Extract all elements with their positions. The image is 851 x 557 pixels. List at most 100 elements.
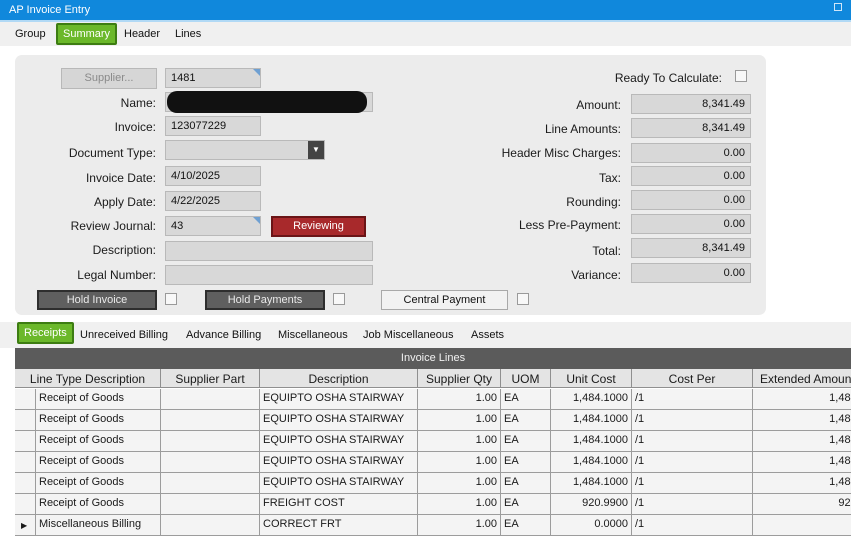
col-supplier-qty[interactable]: Supplier Qty <box>418 369 501 388</box>
cell-unit-cost[interactable]: 1,484.1000 <box>551 410 632 431</box>
table-row[interactable]: Receipt of Goods EQUIPTO OSHA STAIRWAY 1.0… <box>15 431 851 452</box>
amount-field[interactable]: 8,341.49 <box>631 94 751 114</box>
cell-supplier-part[interactable] <box>161 431 260 452</box>
invoice-date-field[interactable]: 4/10/2025 <box>165 166 261 186</box>
table-row[interactable]: ▶ Miscellaneous Billing CORRECT FRT 1.00 EA 0… <box>15 515 851 536</box>
cell-description[interactable]: FREIGHT COST <box>260 494 418 515</box>
cell-supplier-qty[interactable]: 1.00 <box>418 473 501 494</box>
maximize-icon[interactable] <box>834 3 842 11</box>
tab-assets[interactable]: Assets <box>471 329 504 341</box>
cell-extended-amount[interactable]: 920.99 <box>753 494 851 515</box>
cell-extended-amount[interactable]: 0.00 <box>753 515 851 536</box>
legal-number-field[interactable] <box>165 265 373 285</box>
cell-uom[interactable]: EA <box>501 515 551 536</box>
hold-invoice-button[interactable]: Hold Invoice <box>37 290 157 310</box>
apply-date-field[interactable]: 4/22/2025 <box>165 191 261 211</box>
tab-miscellaneous[interactable]: Miscellaneous <box>278 329 348 341</box>
cell-cost-per[interactable]: /1 <box>632 452 753 473</box>
row-selector[interactable] <box>15 452 36 473</box>
tab-header[interactable]: Header <box>124 28 160 40</box>
col-extended-amount[interactable]: Extended Amount <box>753 369 851 388</box>
central-payment-checkbox[interactable] <box>517 293 529 305</box>
cell-line-type[interactable]: Miscellaneous Billing <box>36 515 161 536</box>
cell-supplier-qty[interactable]: 1.00 <box>418 494 501 515</box>
cell-cost-per[interactable]: /1 <box>632 389 753 410</box>
row-selector[interactable] <box>15 494 36 515</box>
cell-supplier-qty[interactable]: 1.00 <box>418 410 501 431</box>
table-row[interactable]: Receipt of Goods EQUIPTO OSHA STAIRWAY 1.0… <box>15 452 851 473</box>
cell-unit-cost[interactable]: 1,484.1000 <box>551 389 632 410</box>
cell-supplier-qty[interactable]: 1.00 <box>418 389 501 410</box>
cell-unit-cost[interactable]: 1,484.1000 <box>551 431 632 452</box>
cell-line-type[interactable]: Receipt of Goods <box>36 410 161 431</box>
tab-advance-billing[interactable]: Advance Billing <box>186 329 261 341</box>
cell-supplier-part[interactable] <box>161 410 260 431</box>
cell-extended-amount[interactable]: 1,484.10 <box>753 389 851 410</box>
col-line-type-description[interactable]: Line Type Description <box>15 369 161 388</box>
col-supplier-part[interactable]: Supplier Part <box>161 369 260 388</box>
cell-cost-per[interactable]: /1 <box>632 515 753 536</box>
invoice-field[interactable]: 123077229 <box>165 116 261 136</box>
cell-uom[interactable]: EA <box>501 452 551 473</box>
tab-job-miscellaneous[interactable]: Job Miscellaneous <box>363 329 454 341</box>
cell-extended-amount[interactable]: 1,484.10 <box>753 473 851 494</box>
reviewing-button[interactable]: Reviewing <box>271 216 366 237</box>
row-selector[interactable] <box>15 431 36 452</box>
cell-description[interactable]: EQUIPTO OSHA STAIRWAY <box>260 389 418 410</box>
row-selector[interactable] <box>15 389 36 410</box>
cell-line-type[interactable]: Receipt of Goods <box>36 452 161 473</box>
cell-cost-per[interactable]: /1 <box>632 410 753 431</box>
cell-supplier-part[interactable] <box>161 389 260 410</box>
cell-description[interactable]: EQUIPTO OSHA STAIRWAY <box>260 473 418 494</box>
col-uom[interactable]: UOM <box>501 369 551 388</box>
col-description[interactable]: Description <box>260 369 418 388</box>
cell-line-type[interactable]: Receipt of Goods <box>36 494 161 515</box>
table-row[interactable]: Receipt of Goods FREIGHT COST 1.00 EA 920.99… <box>15 494 851 515</box>
cell-supplier-qty[interactable]: 1.00 <box>418 431 501 452</box>
cell-line-type[interactable]: Receipt of Goods <box>36 473 161 494</box>
cell-supplier-part[interactable] <box>161 494 260 515</box>
cell-supplier-qty[interactable]: 1.00 <box>418 515 501 536</box>
tab-receipts[interactable]: Receipts <box>17 322 74 344</box>
cell-cost-per[interactable]: /1 <box>632 431 753 452</box>
cell-extended-amount[interactable]: 1,484.10 <box>753 452 851 473</box>
supplier-button[interactable]: Supplier... <box>61 68 157 89</box>
cell-cost-per[interactable]: /1 <box>632 494 753 515</box>
cell-uom[interactable]: EA <box>501 410 551 431</box>
cell-uom[interactable]: EA <box>501 473 551 494</box>
cell-supplier-qty[interactable]: 1.00 <box>418 452 501 473</box>
col-cost-per[interactable]: Cost Per <box>632 369 753 388</box>
cell-unit-cost[interactable]: 920.9900 <box>551 494 632 515</box>
cell-description[interactable]: EQUIPTO OSHA STAIRWAY <box>260 431 418 452</box>
cell-uom[interactable]: EA <box>501 431 551 452</box>
row-selector[interactable] <box>15 410 36 431</box>
supplier-id-field[interactable]: 1481 <box>165 68 261 88</box>
col-unit-cost[interactable]: Unit Cost <box>551 369 632 388</box>
tab-unreceived-billing[interactable]: Unreceived Billing <box>80 329 168 341</box>
cell-cost-per[interactable]: /1 <box>632 473 753 494</box>
cell-unit-cost[interactable]: 1,484.1000 <box>551 452 632 473</box>
row-selector[interactable] <box>15 473 36 494</box>
cell-line-type[interactable]: Receipt of Goods <box>36 389 161 410</box>
review-journal-field[interactable]: 43 <box>165 216 261 236</box>
description-field[interactable] <box>165 241 373 261</box>
tab-summary[interactable]: Summary <box>56 23 118 45</box>
cell-extended-amount[interactable]: 1,484.10 <box>753 410 851 431</box>
cell-supplier-part[interactable] <box>161 515 260 536</box>
table-row[interactable]: Receipt of Goods EQUIPTO OSHA STAIRWAY 1.0… <box>15 410 851 431</box>
cell-supplier-part[interactable] <box>161 452 260 473</box>
ready-to-calculate-checkbox[interactable] <box>735 70 747 82</box>
cell-unit-cost[interactable]: 0.0000 <box>551 515 632 536</box>
table-row[interactable]: Receipt of Goods EQUIPTO OSHA STAIRWAY 1.0… <box>15 389 851 410</box>
cell-uom[interactable]: EA <box>501 389 551 410</box>
cell-line-type[interactable]: Receipt of Goods <box>36 431 161 452</box>
tab-group[interactable]: Group <box>15 28 46 40</box>
cell-supplier-part[interactable] <box>161 473 260 494</box>
cell-uom[interactable]: EA <box>501 494 551 515</box>
central-payment-button[interactable]: Central Payment <box>381 290 508 310</box>
tab-lines[interactable]: Lines <box>175 28 201 40</box>
row-pointer-icon[interactable]: ▶ <box>15 515 36 536</box>
hold-invoice-checkbox[interactable] <box>165 293 177 305</box>
cell-description[interactable]: EQUIPTO OSHA STAIRWAY <box>260 452 418 473</box>
hold-payments-button[interactable]: Hold Payments <box>205 290 325 310</box>
